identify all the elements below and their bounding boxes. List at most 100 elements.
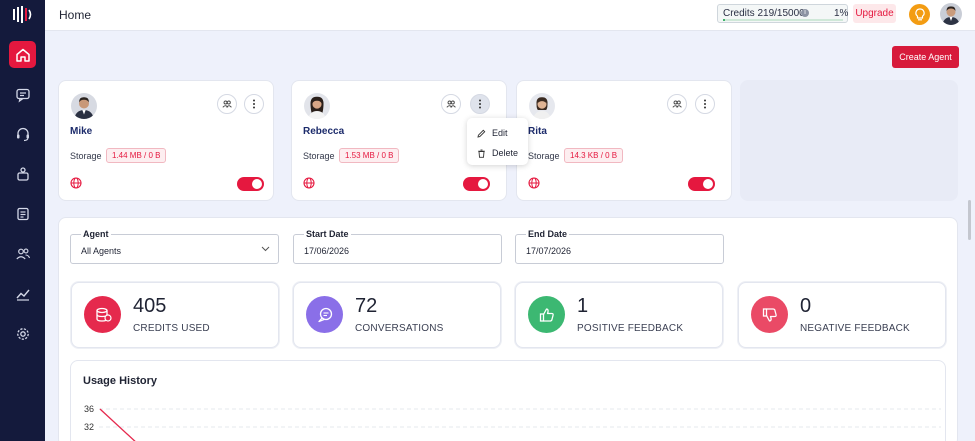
- start-date-value: 17/06/2026: [304, 246, 350, 256]
- conversations-label: CONVERSATIONS: [355, 323, 444, 334]
- upgrade-button[interactable]: Upgrade: [853, 4, 896, 23]
- agent-select-label: Agent: [81, 229, 111, 239]
- credits-progress-bar: [723, 19, 843, 21]
- agent-select-value: All Agents: [81, 246, 122, 256]
- usage-series-line: [99, 408, 136, 441]
- users-icon: [15, 248, 30, 259]
- sidebar: [0, 0, 45, 441]
- agent-more-button[interactable]: [695, 94, 715, 114]
- usage-history-title: Usage History: [83, 375, 157, 387]
- thumbs-down-icon: [751, 296, 788, 333]
- menu-item-edit[interactable]: Edit: [477, 126, 508, 140]
- report-icon: [16, 207, 29, 220]
- agent-more-button[interactable]: [244, 94, 264, 114]
- thumbs-up-icon: [528, 296, 565, 333]
- conversation-icon: [306, 296, 343, 333]
- sidebar-item-support[interactable]: [9, 120, 36, 147]
- credits-text: Credits 219/15000: [723, 8, 805, 19]
- chevron-down-icon: [261, 246, 270, 252]
- globe-icon[interactable]: [70, 177, 82, 189]
- home-icon: [15, 48, 30, 62]
- menu-item-delete[interactable]: Delete: [477, 146, 518, 160]
- avatar-image: [940, 3, 962, 25]
- settings-icon: [16, 327, 29, 340]
- agent-name[interactable]: Rita: [528, 126, 547, 137]
- agent-enabled-toggle[interactable]: [237, 177, 264, 191]
- sidebar-item-agents[interactable]: [9, 160, 36, 187]
- globe-icon[interactable]: [528, 177, 540, 189]
- agent-select[interactable]: Agent All Agents: [70, 229, 279, 264]
- credits-percent: 1%: [834, 8, 849, 19]
- trash-icon: [478, 149, 485, 158]
- menu-item-edit-label: Edit: [492, 128, 508, 138]
- agent-avatar: [304, 93, 330, 119]
- chat-icon: [15, 88, 30, 102]
- coins-icon: [84, 296, 121, 333]
- team-icon: [446, 100, 456, 108]
- usage-history-chart: 36 32: [84, 404, 941, 441]
- agent-avatar: [71, 93, 97, 119]
- agent-name[interactable]: Rebecca: [303, 126, 344, 137]
- globe-icon[interactable]: [303, 177, 315, 189]
- stat-card-conversations: 72 CONVERSATIONS: [293, 282, 501, 348]
- page-title: Home: [59, 8, 92, 22]
- headset-icon: [16, 127, 29, 141]
- analytics-icon: [15, 289, 30, 301]
- tips-button[interactable]: [909, 4, 930, 25]
- credits-used-label: CREDITS USED: [133, 323, 210, 334]
- credits-progress-fill: [723, 19, 726, 21]
- menu-item-delete-label: Delete: [492, 148, 519, 158]
- agent-card: Mike Storage 1.44 MB / 0 B: [58, 80, 274, 201]
- robot-icon: [16, 166, 29, 181]
- app-logo: [13, 6, 32, 23]
- negative-feedback-label: NEGATIVE FEEDBACK: [800, 323, 910, 334]
- info-icon[interactable]: i: [801, 9, 809, 17]
- agent-team-button[interactable]: [441, 94, 461, 114]
- agent-enabled-toggle[interactable]: [463, 177, 490, 191]
- negative-feedback-value: 0: [800, 295, 812, 317]
- storage-label: Storage: [528, 151, 560, 161]
- sidebar-item-chat[interactable]: [9, 81, 36, 108]
- pencil-icon: [477, 129, 486, 138]
- agent-enabled-toggle[interactable]: [688, 177, 715, 191]
- storage-badge: 1.44 MB / 0 B: [106, 148, 167, 163]
- sidebar-item-home[interactable]: [9, 41, 36, 68]
- end-date-field[interactable]: End Date 17/07/2026: [515, 229, 724, 264]
- team-icon: [222, 100, 232, 108]
- agent-card: Rita Storage 14.3 KB / 0 B: [516, 80, 732, 201]
- sidebar-item-analytics[interactable]: [9, 280, 36, 307]
- top-header: Home Credits 219/15000 i 1% Upgrade: [45, 0, 975, 31]
- storage-badge: 1.53 MB / 0 B: [339, 148, 400, 163]
- page-scrollbar[interactable]: [968, 200, 971, 240]
- positive-feedback-value: 1: [577, 295, 589, 317]
- stat-card-negative: 0 NEGATIVE FEEDBACK: [738, 282, 946, 348]
- create-agent-button[interactable]: Create Agent: [892, 46, 959, 68]
- user-avatar[interactable]: [940, 3, 962, 25]
- y-tick-label: 32: [84, 422, 94, 432]
- storage-badge: 14.3 KB / 0 B: [564, 148, 624, 163]
- credits-used-value: 405: [133, 295, 167, 317]
- usage-history-card: Usage History 36 32: [70, 360, 946, 441]
- conversations-value: 72: [355, 295, 378, 317]
- end-date-value: 17/07/2026: [526, 246, 572, 256]
- agent-team-button[interactable]: [217, 94, 237, 114]
- more-vertical-icon: [704, 99, 706, 109]
- sidebar-item-settings[interactable]: [9, 320, 36, 347]
- sidebar-item-users[interactable]: [9, 240, 36, 267]
- lightbulb-icon: [914, 8, 925, 21]
- more-vertical-icon: [479, 99, 481, 109]
- start-date-label: Start Date: [304, 229, 351, 239]
- sidebar-item-reports[interactable]: [9, 200, 36, 227]
- agent-name[interactable]: Mike: [70, 126, 92, 137]
- agent-avatar: [529, 93, 555, 119]
- agent-team-button[interactable]: [667, 94, 687, 114]
- agent-actions-menu: Edit Delete: [467, 118, 528, 165]
- start-date-field[interactable]: Start Date 17/06/2026: [293, 229, 502, 264]
- stat-card-positive: 1 POSITIVE FEEDBACK: [515, 282, 723, 348]
- end-date-label: End Date: [526, 229, 570, 239]
- credits-meter: Credits 219/15000 i 1%: [717, 4, 848, 23]
- agent-more-button[interactable]: [470, 94, 490, 114]
- empty-agent-slot: [740, 80, 958, 201]
- positive-feedback-label: POSITIVE FEEDBACK: [577, 323, 684, 334]
- stat-card-credits: 405 CREDITS USED: [71, 282, 279, 348]
